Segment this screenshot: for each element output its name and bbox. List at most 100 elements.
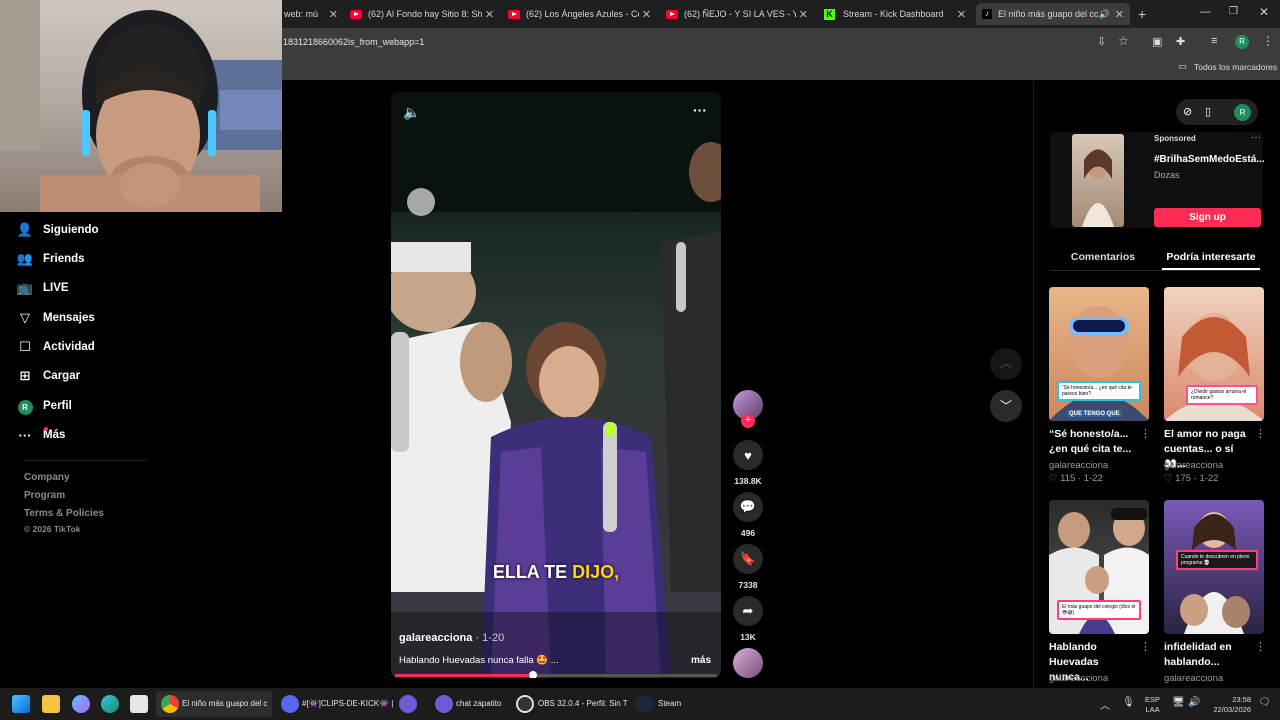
browser-tab[interactable]: (62) ÑEJO - Y SI LA VES - YouTu ✕ [666,3,808,25]
comment-button[interactable]: 💬 [733,492,763,522]
new-tab-button[interactable]: + [1138,6,1146,22]
video-card-author[interactable]: galareacciona [1049,673,1108,684]
video-card-author[interactable]: galareacciona [1164,673,1223,684]
close-tab-icon[interactable]: ✕ [957,8,966,21]
video-card-thumbnail[interactable]: Cuando te descubren en pleno programa 💀 [1164,500,1264,634]
profile-avatar[interactable]: R [1235,35,1249,49]
video-author[interactable]: galareacciona [399,632,472,644]
app-icon[interactable] [399,695,417,713]
bookmark-star-icon[interactable]: ☆ [1118,34,1129,48]
sidebar-item-friends[interactable]: 👥 Friends [16,249,85,269]
notification-icon[interactable]: 🗨 [1258,697,1271,708]
more-icon: ··· [16,427,48,443]
taskbar-app-label[interactable]: OBS 32.0.4 - Perfil: Sin T [538,699,628,708]
compass-icon[interactable]: ⊘ [1183,105,1192,118]
share-button[interactable]: ➦ [733,596,763,626]
app-icon[interactable] [435,695,453,713]
video-card-thumbnail[interactable]: “Sé honesto/a... ¿en qué cita te parece … [1049,287,1149,421]
media-control-icon[interactable]: ≡ [1211,35,1217,47]
edge-icon[interactable] [101,695,119,713]
progress-handle[interactable] [529,671,538,678]
volume-icon[interactable]: 🔈 [403,104,420,121]
extensions-icon[interactable]: ✚ [1176,35,1185,48]
sidebar-item-mas[interactable]: ··· Más [16,425,65,445]
close-window-button[interactable]: ✕ [1259,5,1269,19]
store-icon[interactable] [130,695,148,713]
more-link[interactable]: más [691,655,711,666]
ad-title[interactable]: #BrilhaSemMedoEstá... [1154,154,1265,165]
card-more-icon[interactable]: ⋮ [1140,640,1151,653]
tab-podria-interesarte[interactable]: Podría interesarte [1162,251,1260,263]
sidebar-item-live[interactable]: 📺 LIVE [16,278,69,298]
close-tab-icon[interactable]: ✕ [1115,8,1124,21]
footer-link-program[interactable]: Program [24,490,65,501]
sidebar-item-siguiendo[interactable]: 👤 Siguiendo [16,220,99,240]
video-card-title[interactable]: infidelidad en hablando... [1164,640,1256,670]
obs-icon[interactable] [516,695,534,713]
browser-tab[interactable]: K Stream - Kick Dashboard ✕ [824,3,966,25]
taskbar-app-label[interactable]: chat zapatito [456,699,501,708]
discord-icon[interactable] [281,695,299,713]
ad-thumbnail[interactable] [1072,134,1124,227]
like-button[interactable]: ♥ [733,440,763,470]
video-card-thumbnail[interactable]: ¿Dividir gastos arruina el romance? [1164,287,1264,421]
video-card-author[interactable]: galareacciona [1164,460,1223,471]
close-tab-icon[interactable]: ✕ [795,7,808,21]
steam-icon[interactable] [636,695,654,713]
ad-more-icon[interactable]: ··· [1251,132,1261,143]
speaker-icon[interactable]: 🔊 [1099,9,1110,20]
clock[interactable]: 23:58 22/03/2026 [1205,695,1251,715]
panel-profile-avatar[interactable]: R [1234,104,1251,121]
address-field[interactable]: 1831218660062is_from_webapp=1 [283,37,424,47]
taskbar-app-label[interactable]: #[👾]CLIPS-DE-KICK👾 | [302,699,393,708]
browser-tab[interactable]: (62) Al Fondo hay Sitio 8: Shirle ✕ [350,3,494,25]
card-more-icon[interactable]: ⋮ [1140,427,1151,440]
restore-button[interactable]: ❐ [1229,6,1238,17]
save-button[interactable]: 🔖 [733,544,763,574]
footer-link-company[interactable]: Company [24,472,70,483]
taskbar-app-label[interactable]: Steam [658,699,681,708]
sidebar-item-actividad[interactable]: ☐ Actividad [16,337,95,357]
browser-tab[interactable]: (62) Los Ángeles Azules - Cómo ✕ [508,3,651,25]
ad-signup-button[interactable]: Sign up [1154,208,1261,227]
wallet-icon[interactable]: ▣ [1152,35,1162,48]
all-bookmarks-link[interactable]: Todos los marcadores [1194,62,1277,72]
next-video-button[interactable]: ﹀ [990,390,1022,422]
previous-video-button[interactable]: ︿ [990,348,1022,380]
browser-tab-active[interactable]: ♪ El niño más guapo del cole 🔊 ✕ [976,3,1130,25]
card-more-icon[interactable]: ⋮ [1255,427,1266,440]
follow-plus-icon[interactable]: + [741,414,755,428]
following-icon: 👤 [16,222,34,237]
close-tab-icon[interactable]: ✕ [481,7,494,21]
video-card-author[interactable]: galareacciona [1049,460,1108,471]
close-tab-icon[interactable]: ✕ [329,8,338,21]
copilot-icon[interactable] [72,695,90,713]
install-app-icon[interactable]: ⇩ [1097,35,1106,48]
card-more-icon[interactable]: ⋮ [1255,640,1266,653]
tab-comentarios[interactable]: Comentarios [1050,251,1156,263]
network-icon[interactable]: 🖥 [1172,697,1185,708]
sound-disc-icon[interactable] [733,648,763,678]
file-explorer-icon[interactable] [42,695,60,713]
minimize-button[interactable]: — [1200,6,1211,18]
video-card-title[interactable]: “Sé honesto/a... ¿en qué cita te... [1049,427,1141,457]
video-player[interactable]: 🔈 ··· ELLA TE DIJO, galareacciona · 1-20… [391,92,721,678]
more-options-icon[interactable]: ··· [693,102,707,118]
sidebar-item-cargar[interactable]: ⊞ Cargar [16,366,81,386]
ad-brand: Dozas [1154,170,1180,180]
folder-icon: ▭ [1178,61,1187,71]
footer-link-terms[interactable]: Terms & Policies [24,508,104,519]
close-tab-icon[interactable]: ✕ [638,7,651,21]
volume-tray-icon[interactable]: 🔊 [1188,697,1200,708]
progress-track[interactable] [395,674,717,677]
language-indicator[interactable]: ESP LAA [1145,695,1160,715]
menu-icon[interactable]: ⋮ [1262,34,1274,48]
video-card-thumbnail[interactable]: El más guapo del colegio (dice el😳😅) [1049,500,1149,634]
sidebar-item-perfil[interactable]: R Perfil [16,396,72,416]
microphone-icon[interactable]: 🎙 [1122,697,1135,708]
windows-start-icon[interactable] [12,695,30,713]
sidebar-item-mensajes[interactable]: ▽ Mensajes [16,308,95,328]
browser-tab[interactable]: web: mú ✕ [284,3,338,25]
device-icon[interactable]: ▯ [1205,105,1211,118]
tray-chevron-icon[interactable]: ︿ [1100,697,1110,712]
